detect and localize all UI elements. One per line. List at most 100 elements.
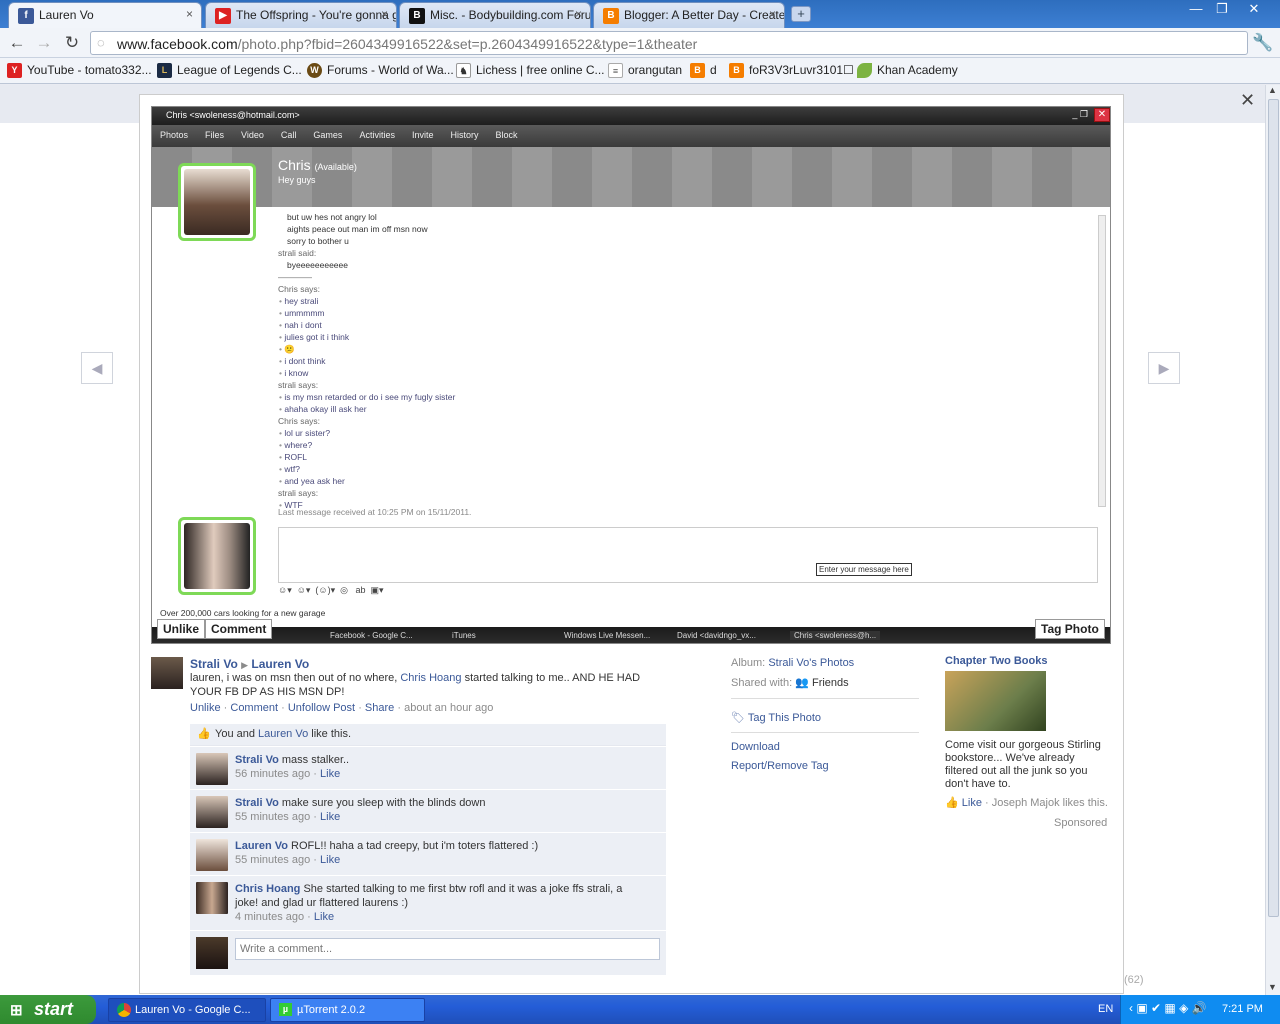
scrollbar-thumb[interactable] bbox=[1268, 99, 1279, 917]
ad-body[interactable]: Come visit our gorgeous Stirling booksto… bbox=[945, 739, 1105, 791]
comment-like-link[interactable]: Like bbox=[314, 911, 334, 923]
scroll-up-icon[interactable]: ▲ bbox=[1268, 85, 1277, 95]
chat-sender: Chris says: bbox=[278, 416, 321, 426]
bookmark-label: orangutan bbox=[628, 63, 683, 77]
shared-value[interactable]: Friends bbox=[812, 677, 849, 689]
bookmark-forever[interactable]: BfoR3V3rLuvr3101☐ bbox=[729, 63, 854, 78]
comment-author-link[interactable]: Strali Vo bbox=[235, 754, 279, 766]
bookmark-d[interactable]: Bd bbox=[690, 63, 717, 78]
comment-item: Strali Vo make sure you sleep with the b… bbox=[190, 790, 666, 833]
msn-contact-name: Chris (Available) bbox=[278, 157, 357, 173]
album-link[interactable]: Strali Vo's Photos bbox=[768, 657, 854, 669]
start-button[interactable]: ⊞ start bbox=[0, 995, 96, 1024]
new-tab-button[interactable]: + bbox=[791, 6, 811, 22]
tag-this-photo-link[interactable]: Tag This Photo bbox=[748, 712, 821, 724]
tab-offspring[interactable]: ▶ The Offspring - You're gonna g × bbox=[205, 2, 397, 28]
theater-close-icon[interactable]: ✕ bbox=[1240, 90, 1255, 111]
story-target-link[interactable]: Lauren Vo bbox=[251, 657, 309, 671]
avatar[interactable] bbox=[151, 657, 183, 689]
tag-photo-button[interactable]: Tag Photo bbox=[1035, 619, 1105, 639]
address-bar[interactable]: ◌ www.facebook.com/photo.php?fbid=260434… bbox=[90, 31, 1248, 55]
tab-bodybuilding[interactable]: B Misc. - Bodybuilding.com Forur × bbox=[399, 2, 591, 28]
avatar[interactable] bbox=[196, 882, 228, 914]
download-link[interactable]: Download bbox=[731, 741, 780, 753]
story-mention-link[interactable]: Chris Hoang bbox=[400, 672, 461, 684]
comment-like-link[interactable]: Like bbox=[320, 768, 340, 780]
msn-title-text: Chris <swoleness@hotmail.com> bbox=[166, 110, 300, 120]
close-icon[interactable]: × bbox=[575, 7, 582, 21]
bookmark-orangutan[interactable]: ≡ orangutan bbox=[608, 63, 683, 78]
chat-message: byeeeeeeeeeee bbox=[287, 260, 348, 270]
chat-message-text: wtf? bbox=[284, 464, 300, 474]
next-photo-arrow-icon[interactable]: ▶ bbox=[1148, 352, 1180, 384]
comment-time[interactable]: 55 minutes ago bbox=[235, 811, 310, 823]
wrench-icon[interactable]: 🔧 bbox=[1252, 34, 1274, 52]
comment-time[interactable]: 56 minutes ago bbox=[235, 768, 310, 780]
ad-like-link[interactable]: Like bbox=[962, 797, 982, 809]
forward-icon[interactable]: → bbox=[33, 34, 55, 52]
clock[interactable]: 7:21 PM bbox=[1222, 1003, 1263, 1015]
photo-comment-button[interactable]: Comment bbox=[205, 619, 273, 639]
chat-message-text: hey strali bbox=[284, 296, 319, 306]
tab-blogger[interactable]: B Blogger: A Better Day - Create × bbox=[593, 2, 785, 28]
story-share-link[interactable]: Share bbox=[365, 702, 394, 714]
chat-count[interactable]: (62) bbox=[1124, 974, 1144, 986]
close-icon[interactable]: × bbox=[186, 7, 193, 21]
scroll-down-icon[interactable]: ▼ bbox=[1268, 982, 1277, 992]
comment-author-link[interactable]: Lauren Vo bbox=[235, 840, 288, 852]
tray-icons[interactable]: ‹ ▣ ✔ ▦ ◈ 🔊 bbox=[1129, 1001, 1207, 1015]
taskbar-item-label: µTorrent 2.0.2 bbox=[297, 1004, 366, 1016]
bookmark-league[interactable]: L League of Legends C... bbox=[157, 63, 302, 78]
ad-image[interactable] bbox=[945, 671, 1046, 731]
url-host: www.facebook.com bbox=[117, 36, 238, 52]
chat-message: • where? bbox=[278, 439, 1098, 451]
chat-message: • julies got it i think bbox=[278, 331, 1098, 343]
bookmark-khan[interactable]: Khan Academy bbox=[857, 63, 958, 78]
chat-message: • is my msn retarded or do i see my fugl… bbox=[278, 391, 1098, 403]
comment-item: Strali Vo mass stalker.. 56 minutes ago ·… bbox=[190, 747, 666, 790]
likes-summary: 👍 You and Lauren Vo like this. bbox=[190, 724, 666, 746]
avatar[interactable] bbox=[196, 839, 228, 871]
close-icon[interactable]: × bbox=[381, 7, 388, 21]
chat-message: • i dont think bbox=[278, 355, 1098, 367]
chat-message: but uw hes not angry lol bbox=[287, 212, 377, 222]
close-icon[interactable]: × bbox=[769, 7, 776, 21]
bookmark-label: League of Legends C... bbox=[177, 63, 302, 77]
chat-message-text: ahaha okay ill ask her bbox=[284, 404, 367, 414]
language-indicator[interactable]: EN bbox=[1098, 1003, 1113, 1015]
bookmark-wow[interactable]: W Forums - World of Wa... bbox=[307, 63, 454, 78]
story-timestamp[interactable]: about an hour ago bbox=[404, 702, 493, 714]
comment-author-link[interactable]: Chris Hoang bbox=[235, 883, 300, 895]
comment-like-link[interactable]: Like bbox=[320, 854, 340, 866]
story-unlike-link[interactable]: Unlike bbox=[190, 702, 221, 714]
story-text-part: lauren, i was on msn then out of no wher… bbox=[190, 672, 398, 684]
comment-author-link[interactable]: Strali Vo bbox=[235, 797, 279, 809]
likes-name-link[interactable]: Lauren Vo bbox=[258, 728, 308, 740]
restore-icon[interactable]: ❐ bbox=[1208, 0, 1236, 18]
window-close-icon[interactable]: ✕ bbox=[1240, 0, 1268, 18]
taskbar-item-chrome[interactable]: Lauren Vo - Google C... bbox=[108, 998, 266, 1022]
msn-input-hint: Enter your message here bbox=[816, 563, 912, 576]
report-link[interactable]: Report/Remove Tag bbox=[731, 760, 829, 772]
minimize-icon[interactable]: — bbox=[1182, 0, 1210, 18]
comment-input[interactable]: Write a comment... bbox=[235, 938, 660, 960]
ad-title[interactable]: Chapter Two Books bbox=[945, 655, 1047, 667]
comment-time[interactable]: 4 minutes ago bbox=[235, 911, 304, 923]
photo-unlike-button[interactable]: Unlike bbox=[157, 619, 206, 639]
bookmark-youtube[interactable]: Y YouTube - tomato332... bbox=[7, 63, 152, 78]
story-comment-link[interactable]: Comment bbox=[230, 702, 278, 714]
story-unfollow-link[interactable]: Unfollow Post bbox=[288, 702, 355, 714]
comment-like-link[interactable]: Like bbox=[320, 811, 340, 823]
avatar[interactable] bbox=[196, 753, 228, 785]
tab-lauren-vo[interactable]: f Lauren Vo × bbox=[8, 2, 202, 28]
story-author-link[interactable]: Strali Vo bbox=[190, 657, 238, 671]
taskbar-item-utorrent[interactable]: µ µTorrent 2.0.2 bbox=[270, 998, 425, 1022]
avatar[interactable] bbox=[196, 796, 228, 828]
previous-photo-arrow-icon[interactable]: ◀ bbox=[81, 352, 113, 384]
back-icon[interactable]: ← bbox=[6, 34, 28, 52]
bookmark-lichess[interactable]: ♞ Lichess | free online C... bbox=[456, 63, 605, 78]
comment-time[interactable]: 55 minutes ago bbox=[235, 854, 310, 866]
page-scrollbar[interactable]: ▲ ▼ bbox=[1265, 85, 1280, 995]
chat-message-text: julies got it i think bbox=[284, 332, 350, 342]
reload-icon[interactable]: ↻ bbox=[61, 34, 83, 52]
